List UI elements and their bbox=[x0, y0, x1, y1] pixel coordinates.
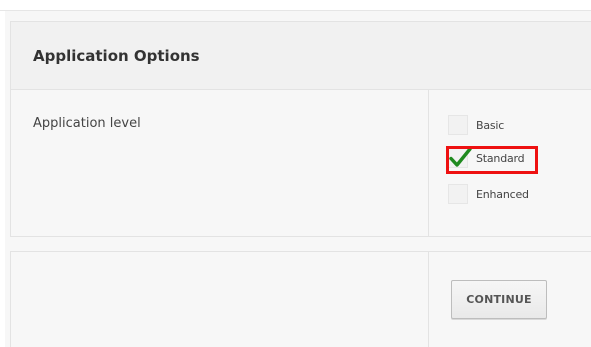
application-options-panel: Application Options Application level Ba… bbox=[10, 21, 591, 237]
enhanced-label: Enhanced bbox=[476, 187, 529, 201]
enhanced-checkbox[interactable] bbox=[448, 184, 468, 204]
basic-label: Basic bbox=[476, 118, 505, 132]
panel-body: Application level Basic Standard Enhance… bbox=[11, 90, 591, 237]
option-basic[interactable]: Basic bbox=[448, 115, 504, 135]
top-frame bbox=[0, 0, 591, 11]
basic-checkbox[interactable] bbox=[448, 115, 468, 135]
continue-divider bbox=[428, 252, 429, 347]
standard-checkbox[interactable] bbox=[448, 147, 472, 168]
panel-header: Application Options bbox=[11, 22, 591, 90]
column-divider bbox=[428, 90, 429, 237]
continue-button[interactable]: CONTINUE bbox=[451, 280, 547, 319]
option-standard[interactable]: Standard bbox=[448, 147, 525, 168]
application-level-label: Application level bbox=[33, 116, 141, 131]
standard-label: Standard bbox=[476, 151, 525, 165]
checkmark-icon bbox=[449, 147, 472, 167]
panel-title: Application Options bbox=[33, 46, 200, 65]
continue-panel: CONTINUE bbox=[10, 251, 591, 347]
option-enhanced[interactable]: Enhanced bbox=[448, 184, 529, 204]
